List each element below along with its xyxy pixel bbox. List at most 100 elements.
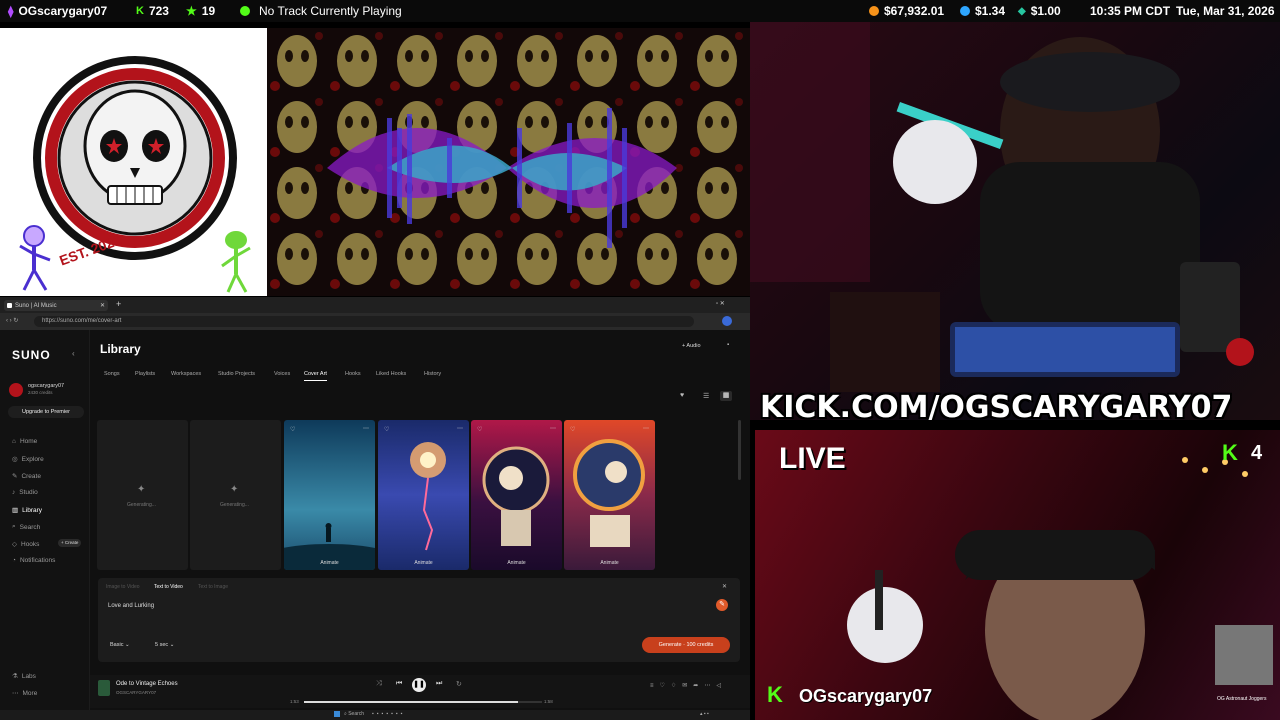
track-title[interactable]: Ode to Vintage Echoes [116,681,178,687]
studio-icon: ♪ [12,489,16,496]
pause-button[interactable]: ❚❚ [412,678,426,692]
nav-back-icon[interactable]: ‹ › ↻ [6,317,18,324]
tab-hooks[interactable]: Hooks [345,371,361,377]
account-name[interactable]: ogscarygary07 [28,383,64,389]
prompt-input[interactable]: Love and Lurking [108,603,154,609]
badge-label: + Create [61,540,79,545]
seek-progress [304,701,519,703]
list-view-icon[interactable]: ☰ [703,392,709,400]
sidebar-item-library[interactable]: ▥ Library [12,506,42,515]
follower-count: 723 [148,4,169,18]
tab-workspaces[interactable]: Workspaces [171,371,201,377]
taskbar-search-label: Search [348,711,365,717]
animate-button[interactable]: Animate [284,560,375,566]
hooks-icon: ◇ [12,541,17,548]
cover-card[interactable]: ♡ ⋯ Animate [471,420,562,570]
sparkle-icon: ✦ [137,484,146,495]
sidebar-item-studio[interactable]: ♪ Studio [12,489,38,496]
stars-group: ★ 19 [186,4,215,18]
suno-brand[interactable]: SUNO [12,348,51,362]
track-artwork[interactable] [98,680,110,696]
account-avatar[interactable] [9,383,23,397]
tab-studio-projects[interactable]: Studio Projects [218,371,255,377]
btc-ticker: $67,932.01 [869,4,944,18]
sidebar-item-notifications[interactable]: ◔ Notifications [12,557,55,564]
clock: 10:35 PM CDT [1090,4,1171,18]
mode-text-to-image[interactable]: Text to Image [198,584,228,590]
tab-playlists[interactable]: Playlists [135,371,155,377]
library-icon: ▥ [12,507,19,514]
new-tab-icon[interactable]: + [116,299,121,309]
system-tray-icons[interactable]: ▴ ▪ ▪ [700,711,709,717]
add-audio-button[interactable]: + Audio [682,343,701,349]
search-icon: ⌕ [12,523,16,530]
duration-select[interactable]: 5 sec ⌄ [155,642,174,648]
scrollbar[interactable] [738,420,741,480]
nav-label: More [22,689,38,697]
sidebar-item-create[interactable]: ✎ Create [12,472,41,481]
sidebar-item-more[interactable]: ⋯ More [12,689,38,698]
tab-history[interactable]: History [424,371,441,377]
mode-image-to-video[interactable]: Image to Video [106,584,140,590]
favorites-filter-icon[interactable]: ♥ [680,392,684,399]
mode-text-to-video[interactable]: Text to Video [154,584,183,590]
cover-card[interactable]: ♡ ⋯ Animate [378,420,469,570]
generate-button[interactable]: Generate · 100 credits [642,637,730,653]
account-credits: 2430 credits [28,390,53,395]
nav-label: Create [21,472,41,480]
tab-close-icon[interactable]: ✕ [100,302,105,309]
cover-card[interactable]: ♡ ⋯ Animate [564,420,655,570]
visualizer-art [267,28,750,296]
video-generation-panel: Image to Video Text to Video Text to Ima… [98,578,740,662]
close-panel-icon[interactable]: ✕ [722,583,727,590]
cover-card-generating[interactable]: ✦ Generating... [97,420,188,570]
labs-icon: ⚗ [12,673,18,680]
mode-select[interactable]: Basic ⌄ [110,642,130,648]
more-icon: ⋯ [12,690,19,697]
shuffle-icon[interactable]: ⤨ [376,680,382,688]
player-actions-icons[interactable]: ≡♡♢✉➦⋯◁ [650,682,727,689]
taskbar-apps-icons[interactable]: ▪▪▪▪▪▪▪ [372,711,405,717]
start-icon[interactable] [334,711,340,717]
cover-card[interactable]: ♡ ⋯ Animate [284,420,375,570]
sidebar-item-search[interactable]: ⌕ Search [12,523,40,531]
chevron-down-icon: ⌄ [169,642,175,648]
track-artist[interactable]: OGSCARYGARY07 [116,690,156,695]
taskbar-search[interactable]: ⌕ Search [344,711,364,717]
browser-tab[interactable]: Suno | AI Music ✕ [4,300,108,311]
previous-icon[interactable]: ⏮ [396,680,402,688]
trash-icon[interactable]: ▪ [727,342,729,348]
upgrade-button[interactable]: Upgrade to Premier [8,406,84,418]
compass-icon: ◎ [12,456,18,463]
next-icon[interactable]: ⏭ [436,680,442,688]
sidebar-item-hooks[interactable]: ◇ Hooks [12,540,39,549]
tab-voices[interactable]: Voices [274,371,290,377]
animate-button[interactable]: Animate [471,560,562,566]
tab-songs[interactable]: Songs [104,371,120,377]
total-time: 1:58 [544,699,553,704]
sidebar-item-labs[interactable]: ⚗ Labs [12,672,36,681]
animate-button[interactable]: Animate [378,560,469,566]
url-field[interactable]: https://suno.com/me/cover-art [34,316,694,327]
bell-icon: ◔ [12,557,16,564]
coin2-ticker: $1.34 [960,4,1005,18]
animate-button[interactable]: Animate [564,560,655,566]
generating-label: Generating... [127,502,156,508]
prompt-enhance-icon[interactable]: ✎ [716,599,728,611]
cover-card-generating[interactable]: ✦ Generating... [190,420,281,570]
handle-k-icon: K [767,682,783,707]
tab-cover-art[interactable]: Cover Art [304,371,327,381]
nav-label: Search [19,523,41,531]
streamer-handle: OGscarygary07 [799,686,933,706]
hooks-create-badge[interactable]: + Create [58,539,82,547]
tab-liked-hooks[interactable]: Liked Hooks [376,371,406,377]
grid-view-icon[interactable]: ▦ [720,391,732,401]
upgrade-label: Upgrade to Premier [22,409,70,415]
repeat-icon[interactable]: ↻ [456,680,462,688]
sidebar-item-explore[interactable]: ◎ Explore [12,455,44,464]
collapse-sidebar-icon[interactable]: ‹ [72,349,75,358]
window-controls[interactable]: ▫ ✕ [716,300,725,307]
seek-bar[interactable] [304,701,542,703]
sidebar-item-home[interactable]: ⌂ Home [12,438,37,445]
profile-avatar[interactable] [722,316,732,326]
